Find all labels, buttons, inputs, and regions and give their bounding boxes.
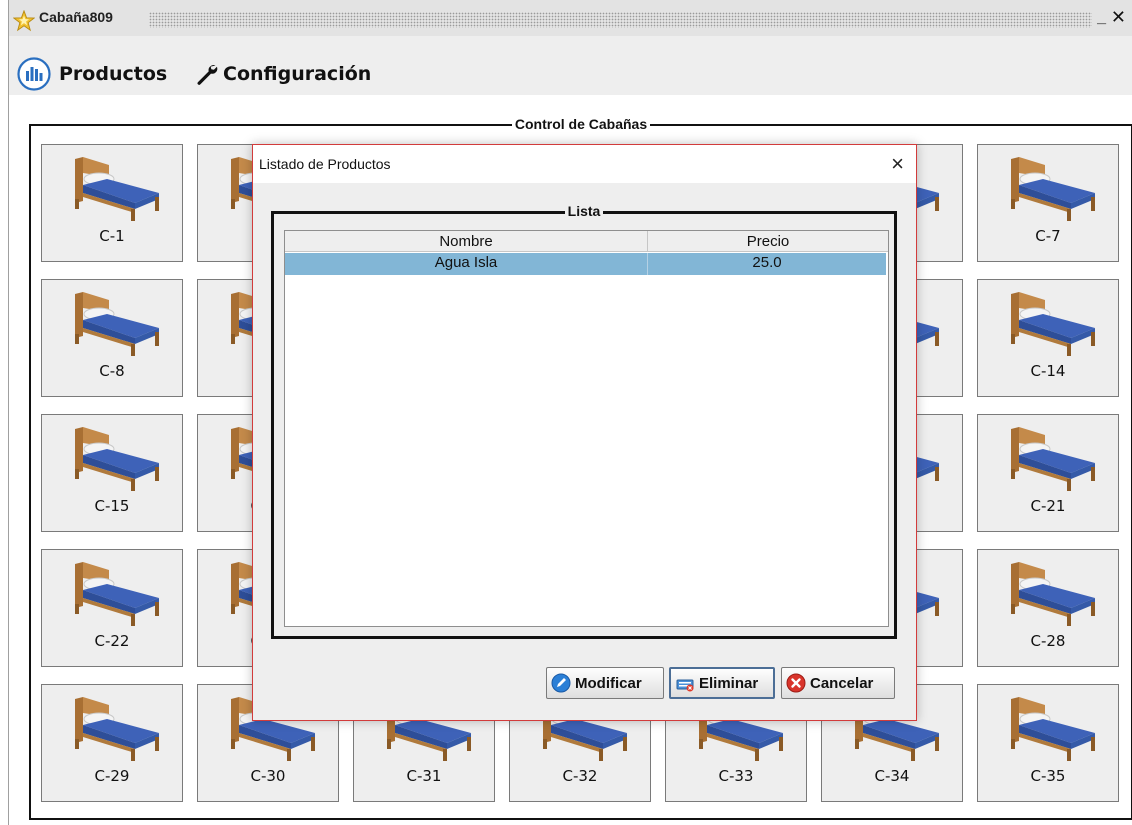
bed-icon (1011, 157, 1095, 221)
dialog-title-bar[interactable]: Listado de Productos × (253, 145, 916, 183)
cabin-button[interactable]: C-21 (977, 414, 1119, 532)
bed-icon (1011, 427, 1095, 491)
cabin-label: C-31 (406, 767, 442, 785)
edit-icon (551, 673, 571, 693)
table-row[interactable]: Agua Isla 25.0 (285, 253, 886, 275)
cabin-label: C-1 (99, 227, 125, 245)
bar-chart-icon (17, 57, 51, 91)
cell-precio: 25.0 (752, 254, 782, 271)
cancelar-button[interactable]: Cancelar (781, 667, 895, 699)
lista-group-title: Lista (564, 203, 604, 219)
bed-icon (1011, 697, 1095, 761)
menu-bar: Productos Configuración (9, 36, 1132, 96)
cabin-label: C-15 (94, 497, 130, 515)
modificar-label: Modificar (575, 674, 642, 692)
bed-icon (75, 292, 159, 356)
cabin-button[interactable]: C-1 (41, 144, 183, 262)
cell-nombre: Agua Isla (285, 253, 648, 275)
cabin-label: C-7 (1035, 227, 1061, 245)
bed-icon (1011, 292, 1095, 356)
cabin-button[interactable]: C-8 (41, 279, 183, 397)
cabin-button[interactable]: C-28 (977, 549, 1119, 667)
cabin-label: C-28 (1030, 632, 1066, 650)
modificar-button[interactable]: Modificar (546, 667, 664, 699)
title-bar-pattern (149, 12, 1092, 28)
bed-icon (75, 697, 159, 761)
cancelar-label: Cancelar (810, 674, 874, 692)
cabin-button[interactable]: C-7 (977, 144, 1119, 262)
eliminar-label: Eliminar (699, 674, 759, 692)
dialog-close-button[interactable]: × (891, 151, 904, 177)
menu-configuracion-label: Configuración (223, 63, 372, 85)
cabin-label: C-14 (1030, 362, 1066, 380)
bed-icon (1011, 562, 1095, 626)
cabin-button[interactable]: C-14 (977, 279, 1119, 397)
bed-icon (75, 157, 159, 221)
cabin-label: C-29 (94, 767, 130, 785)
column-header-precio[interactable]: Precio (648, 231, 888, 252)
cabin-label: C-30 (250, 767, 286, 785)
cabin-label: C-32 (562, 767, 598, 785)
productos-table[interactable]: Nombre Precio Agua Isla 25.0 (284, 230, 889, 627)
cabin-label: C-34 (874, 767, 910, 785)
minimize-button[interactable]: _ (1097, 9, 1106, 27)
control-group-title: Control de Cabañas (511, 116, 651, 132)
bed-icon (75, 427, 159, 491)
cabin-label: C-33 (718, 767, 754, 785)
menu-productos[interactable]: Productos (17, 56, 167, 92)
cabin-label: C-22 (94, 632, 130, 650)
delete-basket-icon (676, 679, 694, 692)
window-title: Cabaña809 (39, 9, 113, 25)
cabin-button[interactable]: C-22 (41, 549, 183, 667)
close-window-button[interactable]: ✕ (1111, 7, 1126, 28)
bed-icon (75, 562, 159, 626)
star-icon (13, 10, 35, 32)
wrench-icon (197, 65, 218, 85)
menu-configuracion[interactable]: Configuración (195, 56, 371, 92)
cabin-button[interactable]: C-29 (41, 684, 183, 802)
cabin-label: C-35 (1030, 767, 1066, 785)
table-header: Nombre Precio (285, 231, 888, 252)
title-bar[interactable]: Cabaña809 _ ✕ (9, 0, 1132, 36)
cabin-button[interactable]: C-35 (977, 684, 1119, 802)
cancel-icon (786, 673, 806, 693)
menu-productos-label: Productos (59, 63, 168, 85)
lista-group: Lista Nombre Precio Agua Isla 25.0 (271, 203, 897, 639)
productos-dialog: Listado de Productos × Lista Nombre Prec… (252, 144, 917, 721)
cabin-label: C-8 (99, 362, 125, 380)
column-header-nombre[interactable]: Nombre (285, 231, 648, 252)
eliminar-button[interactable]: Eliminar (669, 667, 775, 699)
cabin-label: C-21 (1030, 497, 1066, 515)
dialog-title: Listado de Productos (259, 156, 391, 172)
cabin-button[interactable]: C-15 (41, 414, 183, 532)
